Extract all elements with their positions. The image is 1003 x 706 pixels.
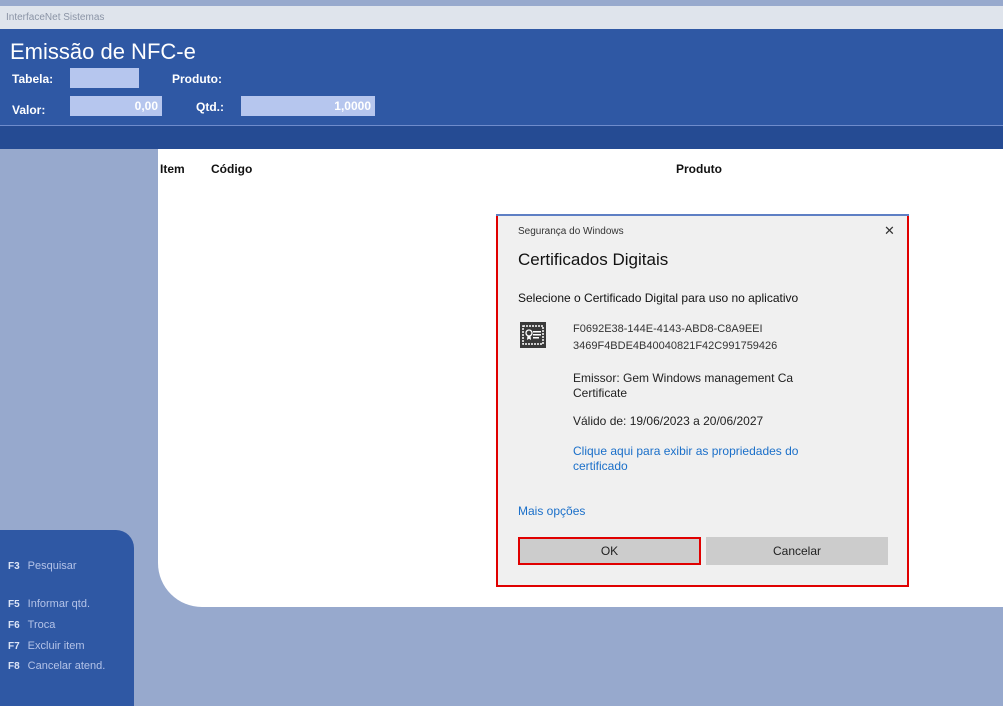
shortcut-key: F8 <box>8 661 20 672</box>
valor-label: Valor: <box>12 103 46 117</box>
app-name: InterfaceNet Sistemas <box>6 12 105 23</box>
certificate-properties-link[interactable]: Clique aqui para exibir as propriedades … <box>573 444 828 474</box>
shortcut-key: F5 <box>8 599 20 610</box>
certificate-icon <box>520 322 546 348</box>
shortcut-menu: F3 Pesquisar F5 Informar qtd. F6 Troca F7 Ex… <box>0 530 134 706</box>
column-header-codigo: Código <box>211 162 253 176</box>
more-options-link[interactable]: Mais opções <box>518 504 585 519</box>
header-panel: Emissão de NFC-e Tabela: Produto: Valor:… <box>0 29 1003 125</box>
shortcut-label: Informar qtd. <box>27 598 91 610</box>
column-header-produto: Produto <box>676 162 722 176</box>
certificate-validity: Válido de: 19/06/2023 a 20/06/2027 <box>573 414 764 428</box>
shortcut-key: F7 <box>8 641 20 652</box>
certificate-id-line1[interactable]: F0692E38-144E-4143-ABD8-C8A9EEI <box>573 323 763 335</box>
shortcut-troca[interactable]: F6 Troca <box>8 619 55 631</box>
app-window: InterfaceNet Sistemas Emissão de NFC-e T… <box>0 0 1003 706</box>
shortcut-key: F3 <box>8 561 20 572</box>
qtd-label: Qtd.: <box>196 100 224 114</box>
dialog-top-border <box>496 214 909 216</box>
valor-field[interactable]: 0,00 <box>70 96 162 116</box>
qtd-field[interactable]: 1,0000 <box>241 96 375 116</box>
column-header-item: Item <box>160 162 185 176</box>
dialog-title: Certificados Digitais <box>518 250 669 269</box>
shortcut-excluir-item[interactable]: F7 Excluir item <box>8 640 85 652</box>
shortcut-label: Troca <box>27 619 56 631</box>
close-icon[interactable]: ✕ <box>884 223 895 239</box>
window-titlebar: InterfaceNet Sistemas <box>0 6 1003 29</box>
shortcut-key: F6 <box>8 620 20 631</box>
shortcut-label: Pesquisar <box>27 560 77 572</box>
certificate-issuer: Emissor: Gem Windows management Ca Certi… <box>573 371 794 400</box>
shortcut-label: Cancelar atend. <box>27 660 106 672</box>
shortcut-pesquisar[interactable]: F3 Pesquisar <box>8 560 77 572</box>
shortcut-informar-qtd[interactable]: F5 Informar qtd. <box>8 598 90 610</box>
ok-button[interactable]: OK <box>518 537 701 565</box>
produto-label: Produto: <box>172 72 222 86</box>
certificate-dialog: Segurança do Windows ✕ Certificados Digi… <box>496 214 909 587</box>
dialog-instruction: Selecione o Certificado Digital para uso… <box>518 291 799 305</box>
certificate-id-line2[interactable]: 3469F4BDE4B40040821F42C991759426 <box>573 340 777 352</box>
tabela-field[interactable] <box>70 68 139 88</box>
cancel-button[interactable]: Cancelar <box>706 537 888 565</box>
tabela-label: Tabela: <box>12 72 54 86</box>
subheader-bar <box>0 125 1003 149</box>
shortcut-cancelar-atend[interactable]: F8 Cancelar atend. <box>8 660 105 672</box>
page-title: Emissão de NFC-e <box>10 39 196 64</box>
shortcut-label: Excluir item <box>27 640 85 652</box>
dialog-caption: Segurança do Windows <box>518 226 624 237</box>
